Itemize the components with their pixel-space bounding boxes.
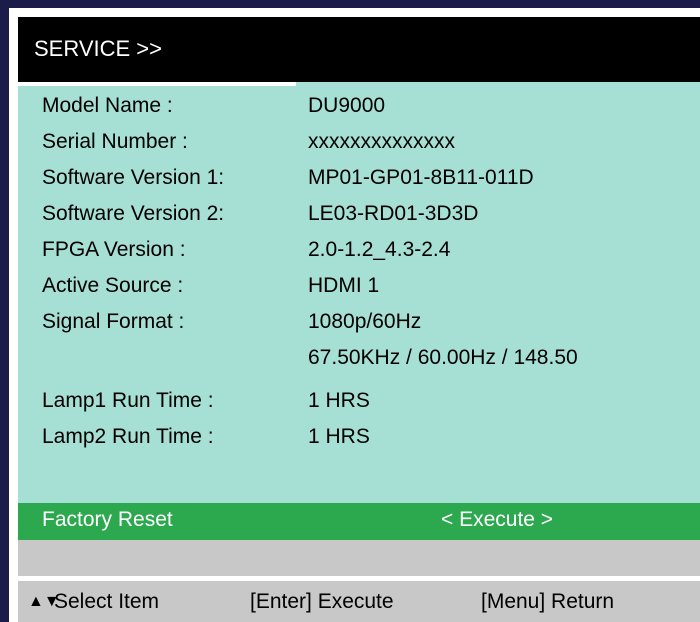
osd-frame: SERVICE >> Model Name : DU9000 Serial Nu… (9, 8, 700, 622)
row-label: Software Version 1: (42, 166, 225, 189)
row-label: Software Version 2: (42, 202, 225, 225)
row-value: 1080p/60Hz (308, 310, 422, 333)
factory-reset-item[interactable]: Factory Reset < Execute > (18, 503, 700, 540)
service-menu: SERVICE >> Model Name : DU9000 Serial Nu… (18, 17, 700, 622)
info-row-model-name: Model Name : DU9000 (18, 90, 700, 126)
empty-row (18, 540, 700, 576)
info-row-lamp2-run-time: Lamp2 Run Time : 1 HRS (18, 421, 700, 457)
factory-reset-label: Factory Reset (42, 508, 173, 531)
row-label: Active Source : (42, 274, 184, 297)
row-value: 2.0-1.2_4.3-2.4 (308, 238, 451, 261)
row-value: 67.50KHz / 60.00Hz / 148.50 (308, 346, 578, 369)
info-row-fpga-version: FPGA Version : 2.0-1.2_4.3-2.4 (18, 234, 700, 270)
info-row-serial-number: Serial Number : xxxxxxxxxxxxxx (18, 126, 700, 162)
info-row-software-version-2: Software Version 2: LE03-RD01-3D3D (18, 198, 700, 234)
info-row-signal-format: Signal Format : 1080p/60Hz (18, 306, 700, 342)
execute-button[interactable]: < Execute > (441, 508, 553, 532)
row-label: Lamp1 Run Time : (42, 389, 214, 412)
row-value: MP01-GP01-8B11-011D (308, 166, 534, 189)
row-label: Signal Format : (42, 310, 185, 333)
row-value: 1 HRS (308, 425, 370, 448)
row-value: HDMI 1 (308, 274, 380, 297)
row-value: DU9000 (308, 94, 386, 117)
row-label: Model Name : (42, 94, 173, 117)
row-value: LE03-RD01-3D3D (308, 202, 479, 225)
row-value: 1 HRS (308, 389, 370, 412)
row-label: Lamp2 Run Time : (42, 425, 214, 448)
info-row-signal-timing: 67.50KHz / 60.00Hz / 148.50 (18, 342, 700, 378)
enter-execute-hint: [Enter] Execute (250, 590, 394, 613)
info-row-lamp1-run-time: Lamp1 Run Time : 1 HRS (18, 385, 700, 421)
row-label: Serial Number : (42, 130, 188, 153)
info-row-software-version-1: Software Version 1: MP01-GP01-8B11-011D (18, 162, 700, 198)
row-value: xxxxxxxxxxxxxx (308, 130, 455, 153)
select-item-hint: Select Item (54, 590, 160, 613)
info-row-active-source: Active Source : HDMI 1 (18, 270, 700, 306)
menu-return-hint: [Menu] Return (481, 590, 615, 613)
menu-header: SERVICE >> (18, 17, 700, 82)
header-underline (18, 82, 296, 86)
menu-title: SERVICE >> (34, 36, 162, 61)
key-hint-bar: ▲▼ Select Item [Enter] Execute [Menu] Re… (18, 581, 700, 622)
row-label: FPGA Version : (42, 238, 186, 261)
